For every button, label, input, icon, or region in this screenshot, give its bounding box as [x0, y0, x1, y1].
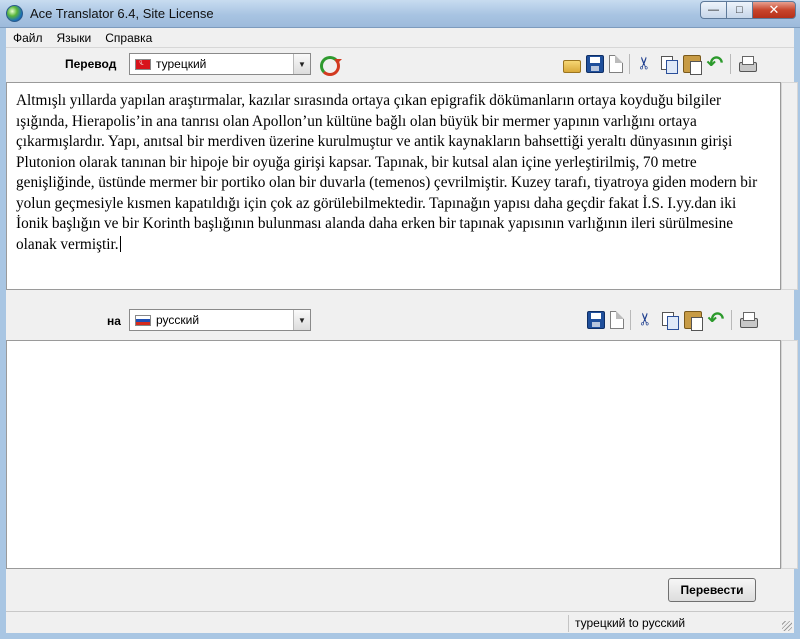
copy-icon[interactable]: [660, 55, 678, 74]
target-text-content: [7, 341, 780, 349]
target-language-select[interactable]: русский ▼: [129, 309, 311, 331]
app-globe-icon: [6, 5, 23, 22]
undo-icon[interactable]: [706, 51, 724, 76]
undo-icon[interactable]: [707, 307, 725, 332]
source-label: Перевод: [65, 57, 117, 71]
title-bar: Ace Translator 6.4, Site License — □ ✕: [0, 0, 800, 28]
main-client-area: Перевод турецкий ▼ Altmışlı yıllarda yap…: [6, 48, 798, 633]
toolbar-separator: [630, 310, 631, 330]
toolbar-separator: [730, 54, 731, 74]
russia-flag-icon: [135, 314, 151, 326]
source-tool-icons: [560, 51, 758, 76]
target-tool-icons: [584, 307, 759, 332]
menu-bar: Файл Языки Справка: [6, 28, 794, 48]
open-icon[interactable]: [562, 59, 581, 73]
toolbar-separator: [731, 310, 732, 330]
paste-icon[interactable]: [682, 55, 702, 75]
cut-icon[interactable]: [637, 55, 655, 73]
chevron-down-icon[interactable]: ▼: [293, 54, 310, 74]
maximize-button[interactable]: □: [726, 1, 752, 19]
source-scrollbar[interactable]: [781, 82, 798, 290]
print-icon[interactable]: [738, 55, 757, 73]
paste-icon[interactable]: [683, 311, 703, 331]
source-language-value: турецкий: [156, 57, 207, 71]
menu-languages[interactable]: Языки: [50, 31, 99, 45]
new-document-icon[interactable]: [609, 311, 624, 329]
text-caret: [119, 235, 121, 252]
source-language-select[interactable]: турецкий ▼: [129, 53, 311, 75]
cut-icon[interactable]: [638, 311, 656, 329]
status-bar: турецкий to русский: [6, 611, 794, 633]
target-text-area[interactable]: [6, 340, 781, 569]
swap-languages-icon[interactable]: [320, 56, 342, 76]
source-text-value: Altmışlı yıllarda yapılan araştırmalar, …: [16, 92, 758, 253]
target-toolbar: на русский ▼: [6, 304, 794, 336]
window-title: Ace Translator 6.4, Site License: [30, 6, 214, 21]
target-language-value: русский: [156, 313, 200, 327]
translate-button[interactable]: Перевести: [668, 578, 756, 602]
target-scrollbar[interactable]: [781, 340, 798, 569]
save-icon[interactable]: [586, 311, 605, 329]
close-button[interactable]: ✕: [752, 1, 796, 19]
save-icon[interactable]: [585, 55, 604, 73]
menu-file[interactable]: Файл: [6, 31, 50, 45]
toolbar-separator: [629, 54, 630, 74]
turkey-flag-icon: [135, 58, 151, 70]
source-toolbar: Перевод турецкий ▼: [6, 48, 794, 80]
minimize-button[interactable]: —: [700, 1, 726, 19]
window-controls: — □ ✕: [700, 1, 796, 19]
print-icon[interactable]: [739, 311, 758, 329]
source-text-content: Altmışlı yıllarda yapılan araştırmalar, …: [7, 83, 780, 255]
new-document-icon[interactable]: [608, 55, 623, 73]
pane-splitter[interactable]: [6, 290, 794, 296]
chevron-down-icon[interactable]: ▼: [293, 310, 310, 330]
status-language-pair: турецкий to русский: [568, 615, 778, 632]
source-text-area[interactable]: Altmışlı yıllarda yapılan araştırmalar, …: [6, 82, 781, 290]
resize-grip-icon[interactable]: [782, 621, 792, 631]
target-label: на: [107, 314, 121, 328]
copy-icon[interactable]: [661, 311, 679, 330]
menu-help[interactable]: Справка: [98, 31, 159, 45]
